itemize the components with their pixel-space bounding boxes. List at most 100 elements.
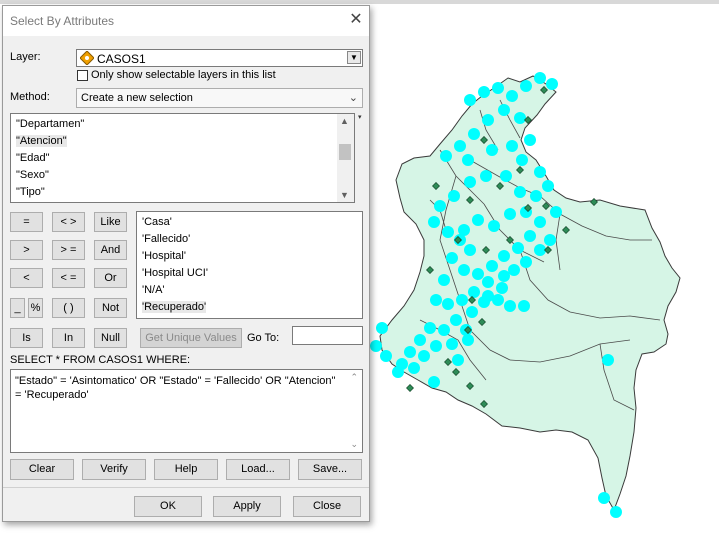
ok-button[interactable]: OK (134, 496, 202, 517)
value-item[interactable]: 'N/A' (142, 284, 165, 296)
where-clause-text: "Estado" = 'Asintomatico' OR "Estado" = … (15, 375, 336, 401)
case-point (478, 86, 490, 98)
case-point (376, 322, 388, 334)
case-point (534, 216, 546, 228)
load-button[interactable]: Load... (226, 459, 290, 480)
scroll-down-icon[interactable]: ▼ (340, 190, 349, 200)
case-point (598, 492, 610, 504)
help-button[interactable]: Help (154, 459, 218, 480)
underscore-button[interactable]: _ (10, 298, 25, 318)
scroll-thumb[interactable] (339, 144, 351, 160)
case-point (468, 286, 480, 298)
case-point (504, 208, 516, 220)
case-point (380, 350, 392, 362)
case-point (404, 346, 416, 358)
parentheses-button[interactable]: ( ) (52, 298, 85, 318)
scroll-up-icon[interactable]: ▲ (340, 116, 349, 126)
case-point (516, 154, 528, 166)
field-item[interactable]: "Edad" (16, 152, 50, 164)
case-point (492, 82, 504, 94)
save-button[interactable]: Save... (298, 459, 362, 480)
case-point (446, 338, 458, 350)
field-item[interactable]: "Departamen" (16, 118, 84, 130)
value-item[interactable]: 'Casa' (142, 216, 172, 228)
case-point (534, 166, 546, 178)
case-point (468, 128, 480, 140)
case-point (428, 376, 440, 388)
case-point (392, 366, 404, 378)
list-menu-icon[interactable]: ▾ (358, 113, 362, 121)
case-point (462, 334, 474, 346)
case-point (452, 354, 464, 366)
case-point (530, 190, 542, 202)
case-point (520, 80, 532, 92)
close-icon[interactable]: ✕ (347, 10, 365, 30)
only-selectable-checkbox[interactable] (77, 70, 88, 81)
or-button[interactable]: Or (94, 268, 127, 288)
only-selectable-label: Only show selectable layers in this list (91, 69, 276, 81)
case-point (544, 234, 556, 246)
case-point (508, 264, 520, 276)
not-equals-button[interactable]: < > (52, 212, 85, 232)
where-clause-textarea[interactable]: "Estado" = 'Asintomatico' OR "Estado" = … (10, 369, 363, 453)
case-point (458, 264, 470, 276)
null-button[interactable]: Null (94, 328, 127, 348)
verify-button[interactable]: Verify (82, 459, 146, 480)
unique-values-list[interactable]: 'Casa' 'Fallecido' 'Hospital' 'Hospital … (136, 211, 363, 319)
get-unique-values-button[interactable]: Get Unique Values (140, 328, 242, 348)
value-item[interactable]: 'Recuperado' (142, 301, 207, 313)
layer-label: Layer: (10, 51, 41, 63)
case-point (498, 250, 510, 262)
greater-than-button[interactable]: > (10, 240, 43, 260)
method-label: Method: (10, 91, 50, 103)
clear-button[interactable]: Clear (10, 459, 74, 480)
case-point (430, 340, 442, 352)
title-bar: Select By Attributes ✕ (3, 6, 369, 36)
case-point (472, 214, 484, 226)
value-item[interactable]: 'Fallecido' (142, 233, 190, 245)
apply-button[interactable]: Apply (213, 496, 281, 517)
field-item[interactable]: "Sexo" (16, 169, 49, 181)
scroll-up-icon[interactable]: ⌃ (350, 372, 358, 383)
greater-equal-button[interactable]: > = (52, 240, 85, 260)
case-point (434, 200, 446, 212)
case-point (464, 176, 476, 188)
fields-list[interactable]: "Departamen" "Atencion" "Edad" "Sexo" "T… (10, 113, 355, 203)
select-prefix-label: SELECT * FROM CASOS1 WHERE: (10, 354, 191, 366)
case-point (506, 140, 518, 152)
case-point (610, 506, 622, 518)
case-point (440, 150, 452, 162)
equals-button[interactable]: = (10, 212, 43, 232)
in-button[interactable]: In (52, 328, 85, 348)
case-point (514, 186, 526, 198)
value-item[interactable]: 'Hospital' (142, 250, 186, 262)
scroll-down-icon[interactable]: ⌄ (350, 439, 358, 450)
field-item[interactable]: "Atencion" (16, 135, 67, 147)
layer-dropdown[interactable]: CASOS1 ▼ (76, 49, 363, 67)
like-button[interactable]: Like (94, 212, 127, 232)
case-point (486, 144, 498, 156)
less-than-button[interactable]: < (10, 268, 43, 288)
case-point (514, 112, 526, 124)
go-to-label: Go To: (247, 332, 280, 344)
method-dropdown[interactable]: Create a new selection ⌄ (76, 88, 363, 108)
field-item[interactable]: "Tipo" (16, 186, 45, 198)
case-point (482, 114, 494, 126)
fields-scrollbar[interactable]: ▲ ▼ (337, 114, 354, 202)
case-point (534, 72, 546, 84)
not-button[interactable]: Not (94, 298, 127, 318)
layer-diamond-icon (79, 50, 95, 66)
layer-value: CASOS1 (97, 52, 146, 66)
case-point (546, 78, 558, 90)
dialog-title: Select By Attributes (10, 14, 115, 28)
select-by-attributes-dialog: Select By Attributes ✕ Layer: CASOS1 ▼ O… (2, 5, 370, 522)
and-button[interactable]: And (94, 240, 127, 260)
less-equal-button[interactable]: < = (52, 268, 85, 288)
percent-button[interactable]: % (28, 298, 43, 318)
close-button[interactable]: Close (293, 496, 361, 517)
is-button[interactable]: Is (10, 328, 43, 348)
chevron-down-icon[interactable]: ▼ (347, 51, 361, 64)
value-item[interactable]: 'Hospital UCI' (142, 267, 208, 279)
case-point (472, 268, 484, 280)
go-to-input[interactable] (292, 326, 363, 345)
